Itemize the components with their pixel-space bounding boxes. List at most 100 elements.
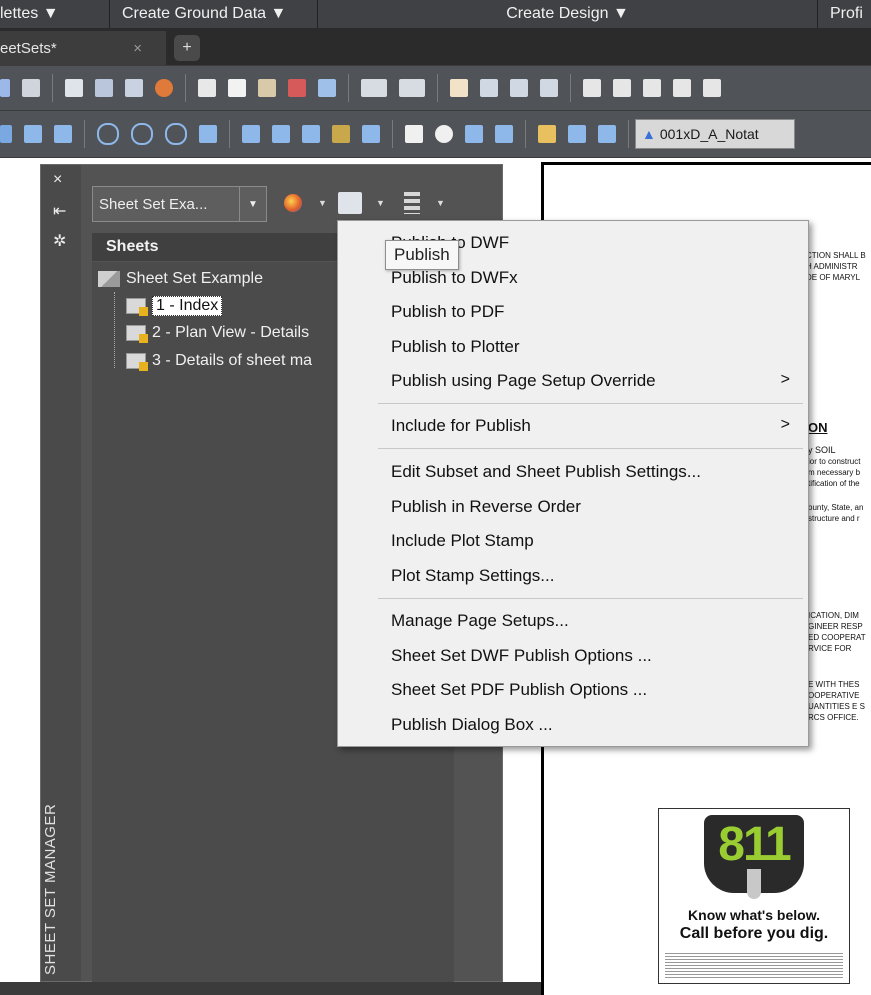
zoom-window-icon[interactable] xyxy=(510,79,528,97)
call-811-logo: 811 Know what's below. Call before you d… xyxy=(658,808,850,984)
dim-jog-icon[interactable] xyxy=(495,125,513,143)
match-properties-icon[interactable] xyxy=(288,79,306,97)
ribbon-tab-palettes[interactable]: lettes ▼ xyxy=(0,0,110,28)
submenu-arrow-icon: > xyxy=(780,371,790,388)
save-icon[interactable] xyxy=(22,79,40,97)
tab-sheetsets[interactable]: eetSets* × xyxy=(0,31,166,65)
chevron-down-icon[interactable]: ▼ xyxy=(239,187,266,221)
menu-item-page-setup-override[interactable]: Publish using Page Setup Override xyxy=(391,371,656,391)
cut-icon[interactable] xyxy=(198,79,216,97)
menu-separator xyxy=(378,598,803,599)
close-icon[interactable]: × xyxy=(133,40,142,57)
partial-draw-icon[interactable] xyxy=(0,125,12,143)
no-symbol-icon[interactable] xyxy=(165,123,187,145)
explode-icon[interactable] xyxy=(54,125,72,143)
arc-icon[interactable] xyxy=(131,123,153,145)
sheet-set-icon[interactable] xyxy=(673,79,691,97)
dim-ordinate-icon[interactable] xyxy=(362,125,380,143)
tree-root-sheet-set[interactable]: Sheet Set Example xyxy=(98,270,263,288)
menu-item-edit-subset-settings[interactable]: Edit Subset and Sheet Publish Settings..… xyxy=(391,462,701,482)
note-heading: ON xyxy=(808,420,828,435)
publish-icon[interactable] xyxy=(125,79,143,97)
paste-icon[interactable] xyxy=(258,79,276,97)
close-icon[interactable]: × xyxy=(53,171,62,189)
note-line: structure and r xyxy=(808,514,860,523)
ribbon-tab-create-design[interactable]: Create Design ▼ xyxy=(318,0,818,28)
toolbar-separator xyxy=(348,74,349,102)
render-icon[interactable] xyxy=(155,79,173,97)
dim-linear-icon[interactable] xyxy=(242,125,260,143)
dim-update-icon[interactable] xyxy=(598,125,616,143)
zoom-previous-icon[interactable] xyxy=(540,79,558,97)
ribbon-tab-create-ground-data[interactable]: Create Ground Data ▼ xyxy=(110,0,318,28)
menu-item-plot-stamp-settings[interactable]: Plot Stamp Settings... xyxy=(391,566,554,586)
view-options-icon[interactable] xyxy=(404,192,420,214)
note-line: UANTITIES E S xyxy=(808,702,865,711)
new-tab-button[interactable]: + xyxy=(174,35,200,61)
menu-item-include-plot-stamp[interactable]: Include Plot Stamp xyxy=(391,531,534,551)
zoom-realtime-icon[interactable] xyxy=(480,79,498,97)
sheet-set-icon xyxy=(98,271,120,287)
sheet-set-dropdown[interactable]: Sheet Set Exa... ▼ xyxy=(92,186,267,222)
dim-aligned-icon[interactable] xyxy=(272,125,290,143)
publish-icon[interactable] xyxy=(338,192,362,214)
tree-sheet-label: 3 - Details of sheet ma xyxy=(152,352,313,369)
tree-sheet-label: 1 - Index xyxy=(152,296,223,316)
dim-continue-icon[interactable] xyxy=(302,125,320,143)
tree-sheet-label: 2 - Plan View - Details xyxy=(152,324,310,341)
menu-item-manage-page-setups[interactable]: Manage Page Setups... xyxy=(391,611,569,631)
annotation-layer-field[interactable]: ▲ 001xD_A_Notat xyxy=(635,119,795,149)
menu-item-reverse-order[interactable]: Publish in Reverse Order xyxy=(391,497,581,517)
pan-icon[interactable] xyxy=(450,79,468,97)
toolbar-separator xyxy=(570,74,571,102)
properties-icon[interactable] xyxy=(583,79,601,97)
tab-label: eetSets* xyxy=(0,39,57,57)
menu-item-include-for-publish[interactable]: Include for Publish xyxy=(391,416,531,436)
dim-edit-icon[interactable] xyxy=(538,125,556,143)
undo-icon[interactable] xyxy=(361,79,387,97)
note-line: ED COOPERAT xyxy=(808,633,866,642)
menu-item-dwf-publish-options[interactable]: Sheet Set DWF Publish Options ... xyxy=(391,646,652,666)
design-center-icon[interactable] xyxy=(613,79,631,97)
dim-space-icon[interactable] xyxy=(465,125,483,143)
toolbar-separator xyxy=(628,120,629,148)
menu-item-pdf-publish-options[interactable]: Sheet Set PDF Publish Options ... xyxy=(391,680,647,700)
note-line: E WITH THES xyxy=(808,680,860,689)
menu-item-publish-dwfx[interactable]: Publish to DWFx xyxy=(391,268,518,288)
chevron-down-icon[interactable]: ▼ xyxy=(436,198,445,208)
tree-sheet-item[interactable]: 1 - Index xyxy=(126,296,223,316)
dim-text-edit-icon[interactable] xyxy=(568,125,586,143)
partial-tool-icon[interactable] xyxy=(0,79,10,97)
note-line: GINEER RESP xyxy=(808,622,863,631)
note-line: DE OF MARYL xyxy=(806,273,861,282)
markup-icon[interactable] xyxy=(703,79,721,97)
ball-icon[interactable] xyxy=(284,194,302,212)
center-mark-icon[interactable] xyxy=(435,125,453,143)
angle-icon[interactable] xyxy=(199,125,217,143)
sheet-icon xyxy=(126,353,148,371)
chevron-down-icon[interactable]: ▼ xyxy=(318,198,327,208)
auto-hide-icon[interactable]: ⇤ xyxy=(53,201,66,221)
menu-item-publish-pdf[interactable]: Publish to PDF xyxy=(391,302,504,322)
dim-baseline-icon[interactable] xyxy=(332,125,350,143)
ribbon-tab-profile[interactable]: Profi xyxy=(818,0,871,28)
note-line: m necessary b xyxy=(808,468,861,477)
menu-item-publish-dialog-box[interactable]: Publish Dialog Box ... xyxy=(391,715,553,735)
menu-item-publish-plotter[interactable]: Publish to Plotter xyxy=(391,337,520,357)
brush-icon[interactable] xyxy=(318,79,336,97)
sheet-icon xyxy=(126,298,148,316)
copy-icon[interactable] xyxy=(228,79,246,97)
plot-icon[interactable] xyxy=(65,79,83,97)
properties-gear-icon[interactable]: ✲ xyxy=(53,231,66,251)
note-line: ICATION, DIM xyxy=(808,611,859,620)
tree-sheet-item[interactable]: 3 - Details of sheet ma xyxy=(126,352,313,371)
redo-icon[interactable] xyxy=(399,79,425,97)
toolbar-separator xyxy=(525,120,526,148)
arc-tool-icon[interactable] xyxy=(24,125,42,143)
tolerance-icon[interactable] xyxy=(405,125,423,143)
circle-icon[interactable] xyxy=(97,123,119,145)
plot-preview-icon[interactable] xyxy=(95,79,113,97)
tree-sheet-item[interactable]: 2 - Plan View - Details xyxy=(126,324,310,343)
tool-palettes-icon[interactable] xyxy=(643,79,661,97)
chevron-down-icon[interactable]: ▼ xyxy=(376,198,385,208)
